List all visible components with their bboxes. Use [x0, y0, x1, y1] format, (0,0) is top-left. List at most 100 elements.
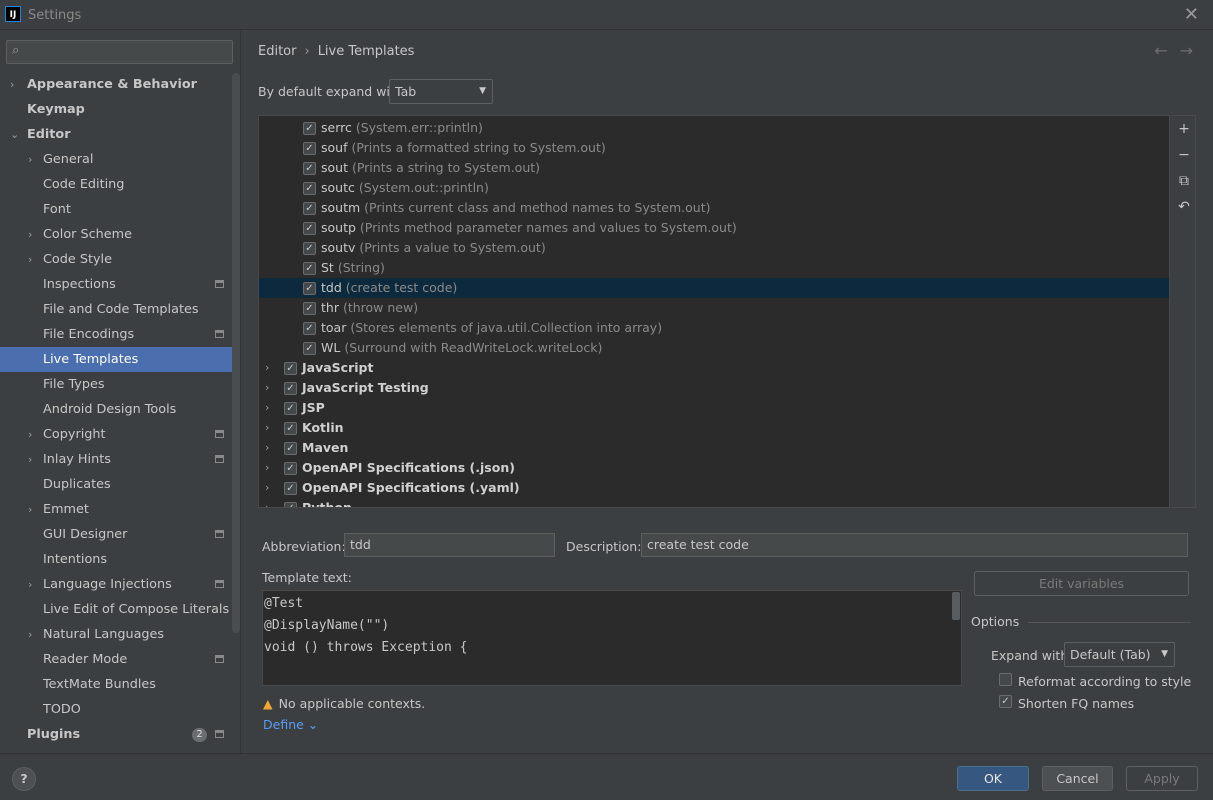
chevron-right-icon[interactable]: › — [265, 418, 269, 438]
template-checkbox[interactable]: ✓ — [303, 142, 316, 155]
chevron-right-icon[interactable]: › — [265, 498, 269, 507]
sidebar-item-inlay-hints[interactable]: › Inlay Hints — [0, 447, 240, 472]
sidebar-item-inspections[interactable]: Inspections — [0, 272, 240, 297]
chevron-right-icon[interactable]: › — [28, 572, 32, 597]
template-checkbox[interactable]: ✓ — [303, 242, 316, 255]
description-field[interactable]: create test code — [641, 533, 1188, 557]
template-checkbox[interactable]: ✓ — [303, 222, 316, 235]
sidebar-item-color-scheme[interactable]: › Color Scheme — [0, 222, 240, 247]
add-icon[interactable]: + — [1175, 121, 1193, 137]
chevron-right-icon[interactable]: › — [265, 438, 269, 458]
chevron-right-icon[interactable]: › — [28, 247, 32, 272]
template-checkbox[interactable]: ✓ — [303, 202, 316, 215]
template-checkbox[interactable]: ✓ — [303, 122, 316, 135]
group-checkbox[interactable]: ✓ — [284, 382, 297, 395]
sidebar-item-file-and-code-templates[interactable]: File and Code Templates — [0, 297, 240, 322]
template-text-editor[interactable]: @Test @DisplayName("") void () throws Exce… — [262, 590, 962, 686]
chevron-right-icon[interactable]: › — [265, 458, 269, 478]
chevron-right-icon[interactable]: › — [28, 497, 32, 522]
template-row[interactable]: ✓ sout (Prints a string to System.out) — [259, 158, 1169, 178]
chevron-right-icon[interactable]: › — [10, 72, 14, 97]
template-group-row[interactable]: › ✓ Maven — [259, 438, 1169, 458]
template-checkbox[interactable]: ✓ — [303, 262, 316, 275]
back-arrow-icon[interactable]: ← — [1154, 41, 1179, 60]
template-row[interactable]: ✓ toar (Stores elements of java.util.Coll… — [259, 318, 1169, 338]
template-checkbox[interactable]: ✓ — [303, 282, 316, 295]
template-row[interactable]: ✓ tdd (create test code) — [259, 278, 1169, 298]
search-input[interactable]: ⌕ — [6, 40, 233, 64]
template-row[interactable]: ✓ WL (Surround with ReadWriteLock.writeLo… — [259, 338, 1169, 358]
sidebar-item-android-design-tools[interactable]: Android Design Tools — [0, 397, 240, 422]
sidebar-scrollbar[interactable] — [232, 73, 240, 633]
help-icon[interactable]: ? — [12, 767, 36, 791]
group-checkbox[interactable]: ✓ — [284, 422, 297, 435]
group-checkbox[interactable]: ✓ — [284, 362, 297, 375]
group-checkbox[interactable]: ✓ — [284, 502, 297, 507]
sidebar-item-plugins[interactable]: Plugins 2 — [0, 722, 240, 747]
sidebar-item-file-encodings[interactable]: File Encodings — [0, 322, 240, 347]
group-checkbox[interactable]: ✓ — [284, 462, 297, 475]
template-group-row[interactable]: › ✓ JSP — [259, 398, 1169, 418]
sidebar-item-keymap[interactable]: Keymap — [0, 97, 240, 122]
chevron-right-icon[interactable]: › — [28, 622, 32, 647]
copy-icon[interactable]: ⧉ — [1175, 173, 1193, 189]
edit-variables-button[interactable]: Edit variables — [974, 571, 1189, 596]
template-checkbox[interactable]: ✓ — [303, 182, 316, 195]
breadcrumb-parent[interactable]: Editor — [258, 44, 296, 59]
template-checkbox[interactable]: ✓ — [303, 342, 316, 355]
sidebar-item-duplicates[interactable]: Duplicates — [0, 472, 240, 497]
apply-button[interactable]: Apply — [1126, 766, 1198, 791]
sidebar-item-code-editing[interactable]: Code Editing — [0, 172, 240, 197]
template-group-row[interactable]: › ✓ Python — [259, 498, 1169, 507]
sidebar-item-editor[interactable]: ⌄ Editor — [0, 122, 240, 147]
template-group-row[interactable]: › ✓ OpenAPI Specifications (.json) — [259, 458, 1169, 478]
chevron-down-icon[interactable]: ⌄ — [10, 122, 19, 147]
reformat-checkbox[interactable] — [999, 673, 1012, 686]
chevron-right-icon[interactable]: › — [28, 147, 32, 172]
shorten-fq-checkbox[interactable]: ✓ — [999, 695, 1012, 708]
remove-icon[interactable]: − — [1175, 147, 1193, 163]
chevron-right-icon[interactable]: › — [265, 358, 269, 378]
sidebar-item-copyright[interactable]: › Copyright — [0, 422, 240, 447]
chevron-right-icon[interactable]: › — [28, 222, 32, 247]
group-checkbox[interactable]: ✓ — [284, 482, 297, 495]
expand-with-select[interactable]: Tab ▼ — [389, 79, 493, 104]
revert-icon[interactable]: ↶ — [1175, 199, 1193, 215]
sidebar-item-natural-languages[interactable]: › Natural Languages — [0, 622, 240, 647]
sidebar-item-font[interactable]: Font — [0, 197, 240, 222]
template-row[interactable]: ✓ soutp (Prints method parameter names an… — [259, 218, 1169, 238]
template-group-row[interactable]: › ✓ JavaScript Testing — [259, 378, 1169, 398]
sidebar-item-appearance-behavior[interactable]: › Appearance & Behavior — [0, 72, 240, 97]
template-row[interactable]: ✓ soutc (System.out::println) — [259, 178, 1169, 198]
sidebar-item-live-templates[interactable]: Live Templates — [0, 347, 240, 372]
close-icon[interactable]: ✕ — [1184, 4, 1199, 25]
template-row[interactable]: ✓ St (String) — [259, 258, 1169, 278]
template-row[interactable]: ✓ soutm (Prints current class and method … — [259, 198, 1169, 218]
template-checkbox[interactable]: ✓ — [303, 302, 316, 315]
template-row[interactable]: ✓ souf (Prints a formatted string to Syst… — [259, 138, 1169, 158]
chevron-right-icon[interactable]: › — [28, 422, 32, 447]
sidebar-item-live-edit-of-compose-literals[interactable]: Live Edit of Compose Literals — [0, 597, 240, 622]
sidebar-item-reader-mode[interactable]: Reader Mode — [0, 647, 240, 672]
sidebar-item-intentions[interactable]: Intentions — [0, 547, 240, 572]
sidebar-item-code-style[interactable]: › Code Style — [0, 247, 240, 272]
template-checkbox[interactable]: ✓ — [303, 162, 316, 175]
sidebar-item-emmet[interactable]: › Emmet — [0, 497, 240, 522]
template-row[interactable]: ✓ thr (throw new) — [259, 298, 1169, 318]
chevron-right-icon[interactable]: › — [265, 398, 269, 418]
cancel-button[interactable]: Cancel — [1042, 766, 1113, 791]
chevron-right-icon[interactable]: › — [265, 478, 269, 498]
sidebar-item-textmate-bundles[interactable]: TextMate Bundles — [0, 672, 240, 697]
sidebar-item-todo[interactable]: TODO — [0, 697, 240, 722]
template-group-row[interactable]: › ✓ Kotlin — [259, 418, 1169, 438]
define-link[interactable]: Define ⌄ — [263, 717, 318, 732]
abbreviation-field[interactable]: tdd — [344, 533, 555, 557]
template-scrollbar[interactable] — [952, 592, 960, 620]
options-expand-select[interactable]: Default (Tab) ▼ — [1064, 642, 1175, 667]
group-checkbox[interactable]: ✓ — [284, 442, 297, 455]
sidebar-item-file-types[interactable]: File Types — [0, 372, 240, 397]
template-group-row[interactable]: › ✓ JavaScript — [259, 358, 1169, 378]
chevron-right-icon[interactable]: › — [265, 378, 269, 398]
group-checkbox[interactable]: ✓ — [284, 402, 297, 415]
template-row[interactable]: ✓ soutv (Prints a value to System.out) — [259, 238, 1169, 258]
